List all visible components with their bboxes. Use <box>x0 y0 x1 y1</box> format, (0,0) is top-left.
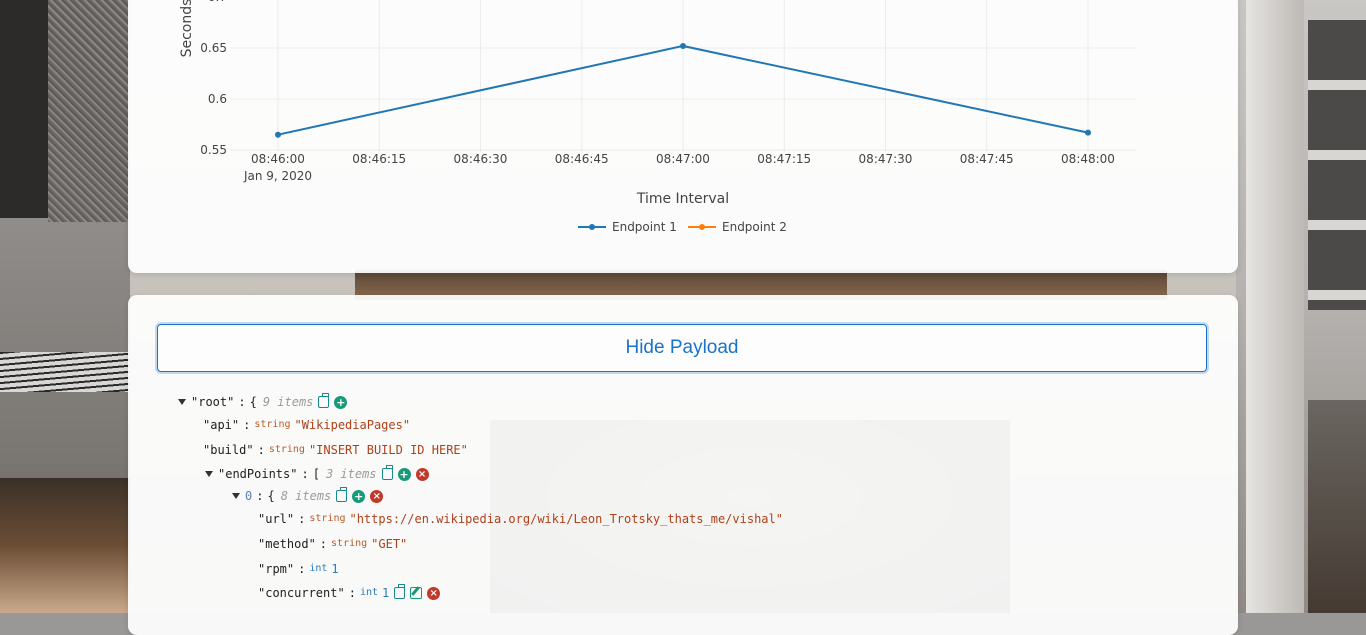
json-key: "concurrent" <box>258 586 345 600</box>
json-value[interactable]: 1 <box>382 584 389 602</box>
collapse-caret-icon[interactable] <box>178 399 186 405</box>
x-tick-label: 08:46:15 <box>352 152 406 166</box>
json-node-root: "root" : { 9 items + <box>178 393 348 411</box>
json-node-rpm: "rpm" : int 1 <box>258 560 339 578</box>
json-value[interactable]: 1 <box>331 560 338 578</box>
add-icon[interactable]: + <box>397 467 411 481</box>
json-node-endpoints: "endPoints" : [ 3 items + × <box>205 465 429 483</box>
json-colon: : <box>348 586 356 600</box>
y-tick-label: 0.65 <box>200 41 227 55</box>
json-brace: [ <box>312 467 320 481</box>
legend-marker <box>699 224 705 230</box>
json-item-count: 8 items <box>280 489 332 503</box>
json-key: "rpm" <box>258 562 295 576</box>
legend-label: Endpoint 1 <box>612 220 677 234</box>
delete-icon[interactable]: × <box>427 586 441 600</box>
json-value[interactable]: "GET" <box>371 535 407 553</box>
x-tick-label: 08:47:30 <box>859 152 913 166</box>
legend-marker <box>589 224 595 230</box>
x-tick-label: 08:48:00 <box>1061 152 1115 166</box>
x-axis-ticks: 08:46:00 08:46:15 08:46:30 08:46:45 08:47:00… <box>243 152 1115 183</box>
json-node-api: "api" : string "WikipediaPages" <box>203 416 410 434</box>
json-item-count: 9 items <box>262 395 314 409</box>
json-type: string <box>309 513 346 524</box>
json-colon: : <box>298 562 306 576</box>
collapse-caret-icon[interactable] <box>205 471 213 477</box>
json-type: int <box>359 587 378 598</box>
json-node-method: "method" : string "GET" <box>258 535 407 553</box>
json-node-build: "build" : string "INSERT BUILD ID HERE" <box>203 441 468 459</box>
y-tick-label: 0.55 <box>200 143 227 157</box>
edit-icon[interactable] <box>410 587 423 599</box>
json-key: "root" <box>191 395 235 409</box>
json-value[interactable]: "https://en.wikipedia.org/wiki/Leon_Trot… <box>349 510 782 528</box>
x-tick-label: 08:46:00 <box>251 152 305 166</box>
json-node-concurrent: "concurrent" : int 1 × <box>258 584 441 602</box>
chart-legend[interactable]: Endpoint 1 Endpoint 2 <box>578 220 787 234</box>
json-colon: : <box>243 418 251 432</box>
json-node-endpoint-0: 0 : { 8 items + × <box>232 487 384 505</box>
collapse-caret-icon[interactable] <box>232 493 240 499</box>
json-colon: : <box>298 512 306 526</box>
json-key: "url" <box>258 512 295 526</box>
add-icon[interactable]: + <box>352 489 366 503</box>
json-type: string <box>331 538 368 549</box>
data-point <box>275 131 281 138</box>
data-point <box>1085 129 1091 136</box>
json-key: "method" <box>258 537 316 551</box>
json-item-count: 3 items <box>325 467 377 481</box>
add-icon[interactable]: + <box>334 395 348 409</box>
background-shop <box>0 478 130 613</box>
json-colon: : <box>301 467 309 481</box>
json-key: "api" <box>203 418 240 432</box>
x-tick-label: 08:47:45 <box>960 152 1014 166</box>
y-tick-label: 0.6 <box>208 92 227 106</box>
json-brace: { <box>267 489 275 503</box>
json-type: string <box>268 444 305 455</box>
y-axis-title: Seconds <box>179 0 195 57</box>
x-axis-title: Time Interval <box>636 191 729 207</box>
copy-icon[interactable] <box>318 393 330 408</box>
json-type: string <box>254 419 291 430</box>
json-brace: { <box>249 395 257 409</box>
response-time-chart: 0.550.60.650.7 08:46:0008:46:1508:46:300… <box>179 0 1136 234</box>
background-vent <box>0 352 130 392</box>
delete-icon[interactable]: × <box>370 489 384 503</box>
json-index: 0 <box>245 489 253 503</box>
legend-label: Endpoint 2 <box>722 220 787 234</box>
json-colon: : <box>238 395 246 409</box>
delete-icon[interactable]: × <box>415 467 429 481</box>
json-colon: : <box>319 537 328 551</box>
json-colon: : <box>256 489 264 503</box>
json-type: int <box>309 563 328 574</box>
copy-icon[interactable] <box>394 584 406 599</box>
json-key: "build" <box>203 443 254 457</box>
json-value[interactable]: "INSERT BUILD ID HERE" <box>309 441 468 459</box>
x-tick-label: 08:46:45 <box>555 152 609 166</box>
copy-icon[interactable] <box>381 465 393 480</box>
data-point <box>680 42 686 49</box>
x-tick-label: 08:46:30 <box>454 152 508 166</box>
x-tick-label: 08:47:15 <box>757 152 811 166</box>
json-value[interactable]: "WikipediaPages" <box>294 416 410 434</box>
y-axis-ticks: 0.55 0.6 0.65 0.7 <box>200 0 227 157</box>
x-tick-label: 08:47:00 <box>656 152 710 166</box>
y-tick-label: 0.7 <box>208 0 227 4</box>
x-tick-date-label: Jan 9, 2020 <box>243 169 312 183</box>
chart-grid <box>230 0 1136 152</box>
hide-payload-button[interactable]: Hide Payload <box>157 324 1207 372</box>
json-colon: : <box>257 443 265 457</box>
background-floor <box>1308 400 1366 613</box>
json-node-url: "url" : string "https://en.wikipedia.org… <box>258 510 783 528</box>
json-key: "endPoints" <box>218 467 298 481</box>
copy-icon[interactable] <box>336 487 348 502</box>
